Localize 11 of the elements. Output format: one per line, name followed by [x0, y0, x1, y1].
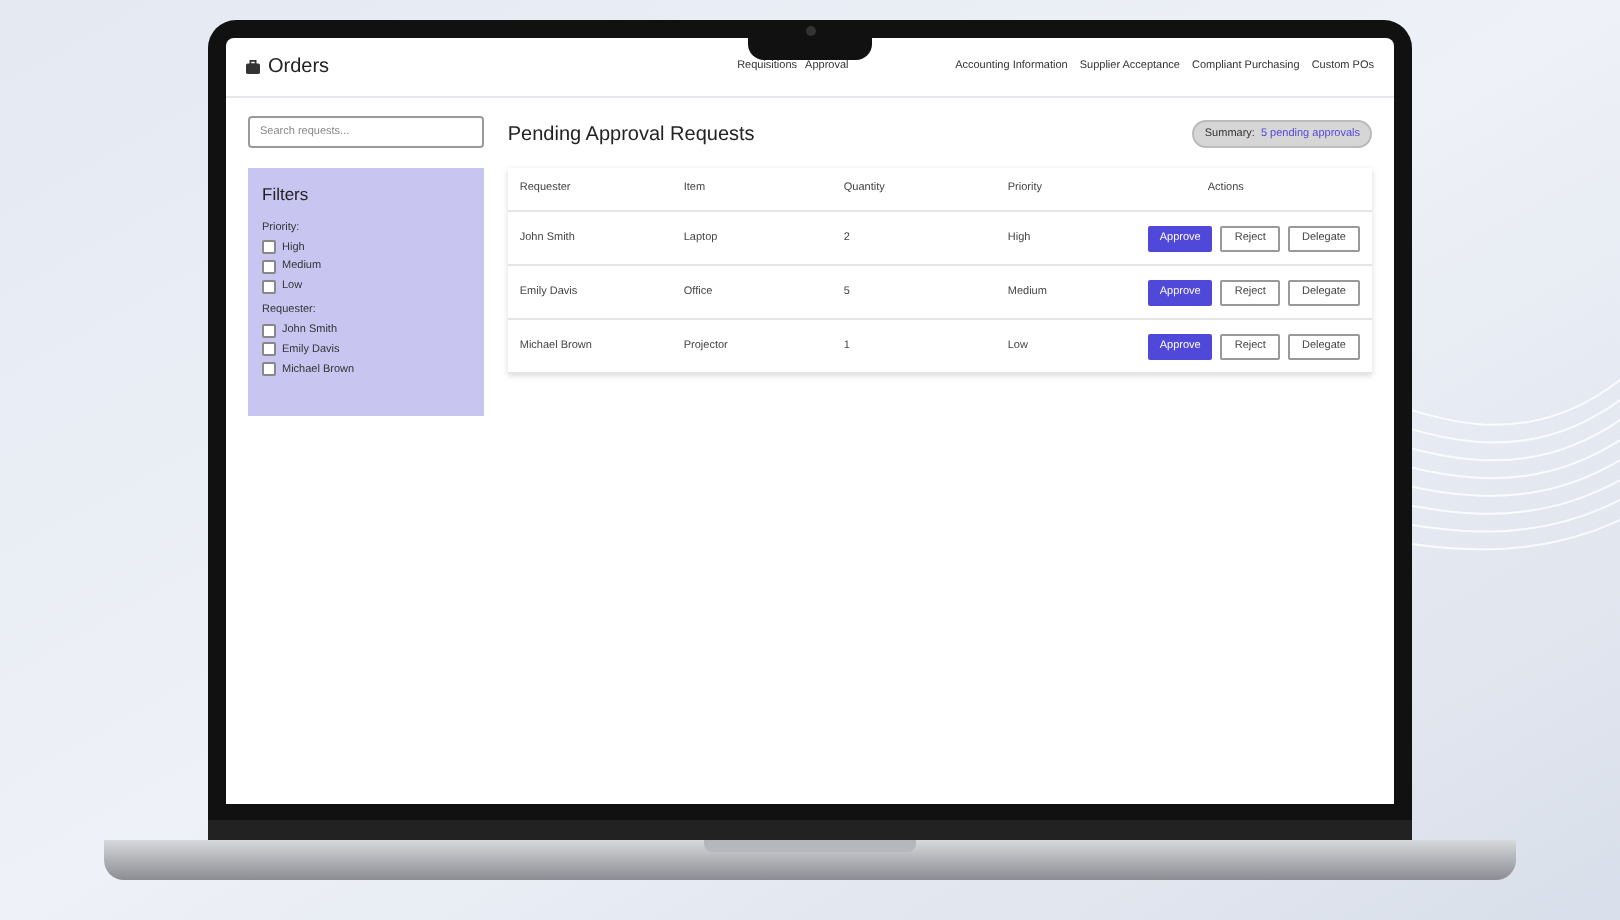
checkbox[interactable] — [262, 279, 276, 294]
app-title: Orders — [268, 54, 330, 82]
checkbox[interactable] — [262, 323, 276, 338]
briefcase-icon — [246, 60, 260, 74]
checkbox[interactable] — [262, 240, 276, 255]
checkbox[interactable] — [262, 259, 276, 274]
page-heading: Pending Approval Requests — [507, 121, 755, 149]
camera-icon — [805, 26, 815, 36]
filters-title: Filters — [262, 182, 311, 208]
checkbox[interactable] — [262, 362, 276, 377]
checkbox[interactable] — [262, 342, 276, 357]
